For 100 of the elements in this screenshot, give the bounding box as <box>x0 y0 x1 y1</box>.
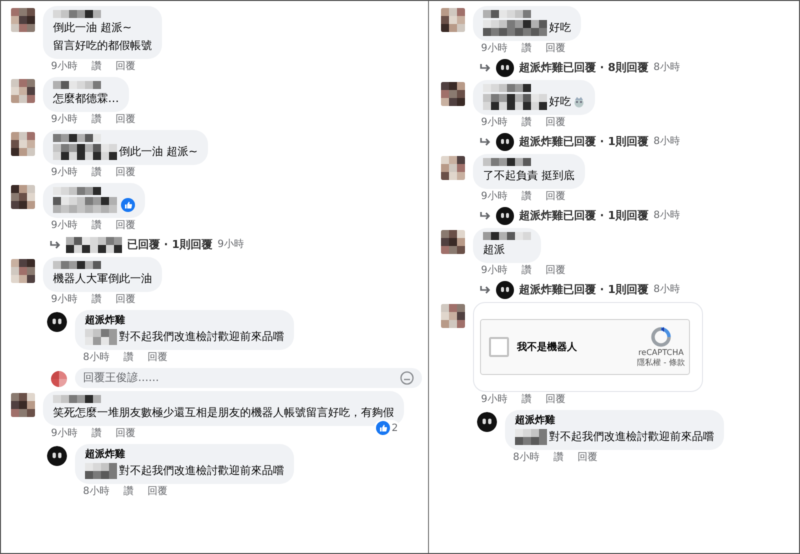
reply-text: 對不起我們改進檢討歡迎前來品嚐 <box>119 329 284 345</box>
reply-arrow-icon <box>479 137 491 147</box>
reply-link[interactable]: 回覆 <box>147 484 168 499</box>
like-link[interactable]: 讚 <box>91 218 102 233</box>
timestamp: 9小時 <box>481 264 508 278</box>
like-link[interactable]: 讚 <box>123 350 134 365</box>
page-avatar-icon <box>47 312 67 332</box>
reply-link[interactable]: 回覆 <box>545 263 566 278</box>
timestamp: 8小時 <box>513 450 540 465</box>
timestamp: 9小時 <box>51 426 78 441</box>
blurred-name <box>53 395 101 403</box>
timestamp: 9小時 <box>51 60 78 74</box>
replies-summary[interactable]: 超派炸雞已回覆 · 8則回覆 8小時 <box>479 59 793 77</box>
author-name[interactable]: 超派炸雞 <box>85 448 284 461</box>
like-link[interactable]: 讚 <box>553 450 564 465</box>
blurred-avatar <box>441 8 465 32</box>
timestamp: 9小時 <box>51 112 78 127</box>
timestamp: 8小時 <box>83 484 110 499</box>
blurred-name <box>483 158 531 166</box>
page-avatar-icon <box>47 446 67 466</box>
blurred-avatar <box>441 156 465 180</box>
reply-link[interactable]: 回覆 <box>577 450 598 465</box>
blurred-name <box>53 261 101 269</box>
timestamp: 9小時 <box>51 218 78 233</box>
timestamp: 9小時 <box>481 116 508 130</box>
comment-text: 留言好吃的都假帳號 <box>53 38 152 54</box>
blurred-avatar <box>441 304 465 328</box>
timestamp: 9小時 <box>481 392 508 407</box>
replies-summary[interactable]: 超派炸雞已回覆 · 1則回覆 8小時 <box>479 133 793 151</box>
blurred-name <box>53 81 101 89</box>
page-avatar-icon <box>477 412 497 432</box>
like-link[interactable]: 讚 <box>123 484 134 499</box>
comment-text: 了不起負責 挺到底 <box>483 168 574 184</box>
like-link[interactable]: 讚 <box>91 292 102 307</box>
privacy-terms-link[interactable]: 隱私權 - 條款 <box>637 358 685 368</box>
blurred-avatar <box>11 185 35 209</box>
reply-text: 對不起我們改進檢討歡迎前來品嚐 <box>119 463 284 479</box>
recaptcha-brand: reCAPTCHA <box>638 348 684 358</box>
like-link[interactable]: 讚 <box>521 189 532 204</box>
reply-link[interactable]: 回覆 <box>545 189 566 204</box>
reply-link[interactable]: 回覆 <box>545 41 566 56</box>
replies-summary[interactable]: 已回覆 · 1則回覆 9小時 <box>49 236 422 254</box>
reaction-badge[interactable]: 2 <box>374 420 400 436</box>
blurred-avatar <box>11 393 35 417</box>
blurred-name <box>53 10 101 18</box>
reply-link[interactable]: 回覆 <box>545 115 566 130</box>
like-link[interactable]: 讚 <box>91 426 102 441</box>
like-link[interactable]: 讚 <box>521 263 532 278</box>
blurred-avatar <box>441 82 465 106</box>
timestamp: 9小時 <box>51 166 78 180</box>
reply-link[interactable]: 回覆 <box>115 292 136 307</box>
blurred-avatar <box>11 79 35 103</box>
timestamp: 9小時 <box>481 42 508 56</box>
reply-link[interactable]: 回覆 <box>115 59 136 74</box>
blurred-avatar <box>441 230 465 254</box>
comment-text: 笑死怎麼一堆朋友數極少還互相是朋友的機器人帳號留言好吃，有夠假 <box>53 405 394 421</box>
reply-arrow-icon <box>49 240 61 250</box>
blurred-name <box>53 134 101 142</box>
recaptcha-icon <box>650 326 672 348</box>
checkbox[interactable] <box>489 337 509 357</box>
comment-text: 超派 <box>483 242 505 258</box>
reply-link[interactable]: 回覆 <box>115 426 136 441</box>
like-link[interactable]: 讚 <box>521 41 532 56</box>
blurred-name <box>53 187 101 195</box>
reply-field[interactable]: 回覆王俊諺...... <box>75 368 422 388</box>
reply-link[interactable]: 回覆 <box>115 112 136 127</box>
reply-link[interactable]: 回覆 <box>545 392 566 407</box>
blurred-avatar <box>11 259 35 283</box>
like-link[interactable]: 讚 <box>521 392 532 407</box>
reply-link[interactable]: 回覆 <box>115 218 136 233</box>
author-name[interactable]: 超派炸雞 <box>515 414 714 427</box>
comment-text: 倒此一油 超派~ <box>53 20 132 36</box>
author-name[interactable]: 超派炸雞 <box>85 314 284 327</box>
reply-arrow-icon <box>479 211 491 221</box>
comment-text: 倒此一油 超派~ <box>119 144 198 160</box>
like-icon <box>376 421 390 435</box>
blurred-avatar <box>11 8 35 32</box>
blurred-avatar <box>51 371 67 387</box>
blurred-name <box>483 84 531 92</box>
captcha-label: 我不是機器人 <box>517 340 578 354</box>
comment-text: 好吃 <box>549 20 571 36</box>
timestamp: 9小時 <box>481 190 508 204</box>
like-link[interactable]: 讚 <box>91 112 102 127</box>
replies-summary[interactable]: 超派炸雞已回覆 · 1則回覆 8小時 <box>479 207 793 225</box>
timestamp: 9小時 <box>51 292 78 307</box>
like-link[interactable]: 讚 <box>91 59 102 74</box>
like-link[interactable]: 讚 <box>91 165 102 180</box>
comment-text: 好吃 <box>549 94 571 110</box>
comment-text: 機器人大軍倒此一油 <box>53 271 152 287</box>
replies-summary[interactable]: 超派炸雞已回覆 · 1則回覆 8小時 <box>479 281 793 299</box>
reply-arrow-icon <box>479 285 491 295</box>
blurred-avatar <box>11 132 35 156</box>
reply-text: 對不起我們改進檢討歡迎前來品嚐 <box>549 429 714 445</box>
reply-arrow-icon <box>479 63 491 73</box>
blurred-name <box>483 232 531 240</box>
timestamp: 8小時 <box>83 350 110 365</box>
reply-link[interactable]: 回覆 <box>147 350 168 365</box>
reply-link[interactable]: 回覆 <box>115 165 136 180</box>
blurred-name <box>483 10 531 18</box>
like-link[interactable]: 讚 <box>521 115 532 130</box>
